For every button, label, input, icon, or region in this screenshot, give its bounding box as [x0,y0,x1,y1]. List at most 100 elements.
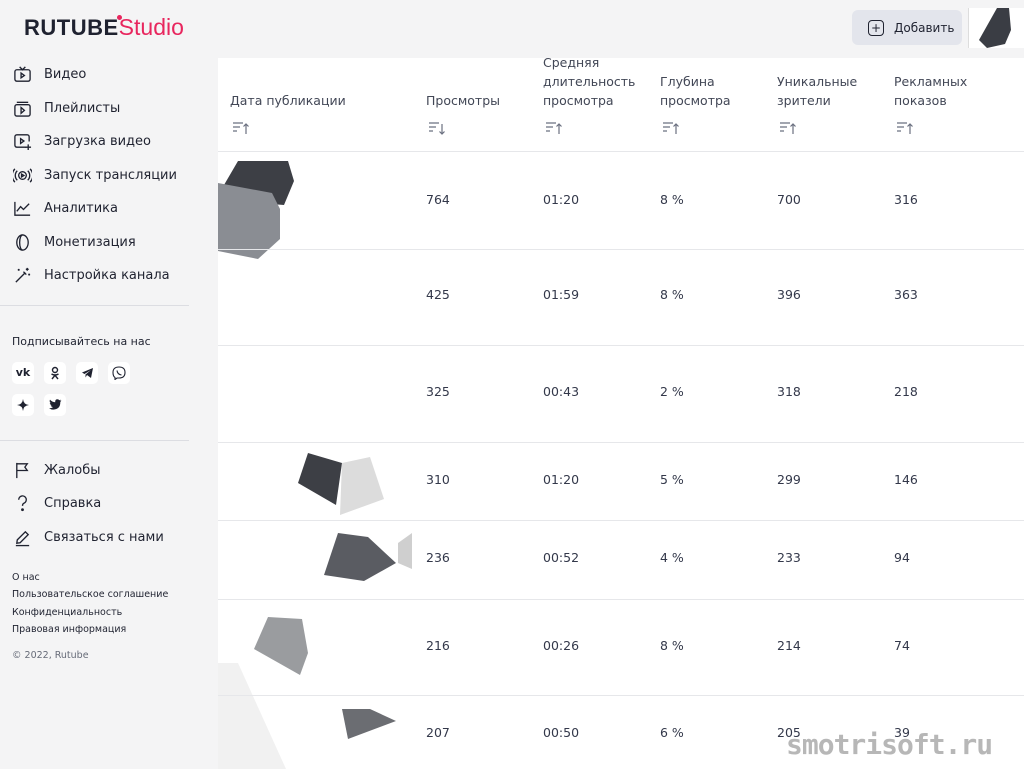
cell-unique: 396 [777,287,801,302]
column-views[interactable]: Просмотры [426,58,526,152]
footer-link-legal[interactable]: Правовая информация [12,624,218,641]
column-label: Дата публикации [230,93,346,108]
logo-brand: RUTUBE [24,15,119,40]
viber-icon[interactable] [108,361,130,384]
sidebar-item-monetization[interactable]: Монетизация [0,226,218,260]
sort-asc-icon[interactable] [779,120,797,136]
cell-avg-duration: 00:26 [543,638,580,653]
copyright: © 2022, Rutube [12,649,89,661]
sidebar-item-playlists[interactable]: Плейлисты [0,92,218,126]
sidebar-item-label: Жалобы [44,462,101,478]
cell-unique: 214 [777,638,801,653]
zen-icon[interactable] [12,393,34,416]
cell-ads: 316 [894,192,918,207]
sidebar-item-channel-settings[interactable]: Настройка канала [0,259,218,293]
playlist-icon [12,98,32,118]
cell-views: 425 [426,287,450,302]
cell-unique: 318 [777,384,801,399]
odnoklassniki-icon[interactable] [44,361,66,384]
analytics-table: Дата публикации Просмотры Средняя длител… [218,58,1024,769]
table-row[interactable]: 216 00:26 8 % 214 74 [218,600,1024,696]
telegram-icon[interactable] [76,361,98,384]
table-row[interactable]: 425 01:59 8 % 396 363 [218,249,1024,346]
column-avg-duration[interactable]: Средняя длительность просмотра [543,58,643,152]
column-label: Просмотры [426,93,501,108]
cell-ads: 146 [894,472,918,487]
footer-link-privacy[interactable]: Конфиденциальность [12,607,218,624]
add-button[interactable]: + Добавить [852,10,962,45]
column-label: Средняя длительность просмотра [543,58,636,108]
cell-avg-duration: 00:52 [543,550,580,565]
cell-views: 207 [426,725,450,740]
column-publish-date[interactable]: Дата публикации [230,58,410,152]
cell-depth: 8 % [660,287,684,302]
avatar[interactable] [968,8,1024,48]
sidebar-item-broadcast[interactable]: Запуск трансляции [0,159,218,193]
footer-link-terms[interactable]: Пользовательское соглашение [12,589,218,606]
sidebar-item-upload[interactable]: Загрузка видео [0,125,218,159]
question-icon [12,494,32,514]
cell-depth: 6 % [660,725,684,740]
sidebar: Видео Плейлисты Загрузка видео Запуск тр… [0,58,218,769]
plus-icon: + [868,19,884,36]
column-ad-impressions[interactable]: Рекламных показов [894,58,989,152]
sidebar-item-label: Монетизация [44,234,136,250]
cell-depth: 4 % [660,550,684,565]
cell-avg-duration: 01:20 [543,472,580,487]
cell-ads: 94 [894,550,910,565]
sidebar-divider [0,304,189,306]
cell-avg-duration: 00:50 [543,725,580,740]
cell-unique: 700 [777,192,801,207]
logo-product-text: Studio [118,14,184,40]
twitter-icon[interactable] [44,393,66,416]
watermark: smotrisoft.ru [786,728,993,761]
sidebar-item-label: Плейлисты [44,100,121,116]
sort-asc-icon[interactable] [545,120,563,136]
sort-asc-icon[interactable] [896,120,914,136]
sort-desc-icon[interactable] [428,120,446,136]
sidebar-item-label: Видео [44,67,87,83]
cell-ads: 363 [894,287,918,302]
cell-avg-duration: 01:59 [543,287,580,302]
column-label: Рекламных показов [894,74,968,108]
table-row[interactable]: 236 00:52 4 % 233 94 [218,521,1024,600]
table-row[interactable]: 310 01:20 5 % 299 146 [218,443,1024,521]
footer-link-about[interactable]: О нас [12,572,218,589]
cell-depth: 8 % [660,638,684,653]
cell-avg-duration: 01:20 [543,192,580,207]
cell-ads: 218 [894,384,918,399]
cell-depth: 2 % [660,384,684,399]
sidebar-item-label: Настройка канала [44,268,170,284]
broadcast-icon [12,165,32,185]
rutube-studio-logo[interactable]: RUTUBE Studio [24,14,184,41]
cell-views: 216 [426,638,450,653]
sidebar-item-help[interactable]: Справка [0,487,218,521]
tv-icon [12,65,32,85]
sort-asc-icon[interactable] [232,120,250,136]
upload-video-icon [12,132,32,152]
sort-asc-icon[interactable] [662,120,680,136]
cell-views: 325 [426,384,450,399]
flag-icon [12,460,32,480]
table-row[interactable]: 764 01:20 8 % 700 316 [218,153,1024,250]
column-depth[interactable]: Глубина просмотра [660,58,750,152]
sidebar-item-label: Запуск трансляции [44,167,177,183]
column-unique-viewers[interactable]: Уникальные зрители [777,58,872,152]
table-header: Дата публикации Просмотры Средняя длител… [218,58,1024,152]
sidebar-item-complaints[interactable]: Жалобы [0,454,218,488]
sidebar-item-analytics[interactable]: Аналитика [0,192,218,226]
sidebar-item-video[interactable]: Видео [0,58,218,92]
header: RUTUBE Studio + Добавить [0,0,1024,58]
add-button-label: Добавить [894,20,955,35]
vk-icon[interactable]: vk [12,361,34,384]
logo-dot [116,15,122,20]
social-title: Подписывайтесь на нас [12,334,151,348]
sidebar-item-contact[interactable]: Связаться с нами [0,521,218,555]
sidebar-item-label: Справка [44,496,102,512]
sidebar-item-label: Связаться с нами [44,529,164,545]
table-row[interactable]: 325 00:43 2 % 318 218 [218,346,1024,443]
cell-depth: 5 % [660,472,684,487]
cell-unique: 299 [777,472,801,487]
social-links-row-2 [12,393,218,416]
cell-views: 764 [426,192,450,207]
